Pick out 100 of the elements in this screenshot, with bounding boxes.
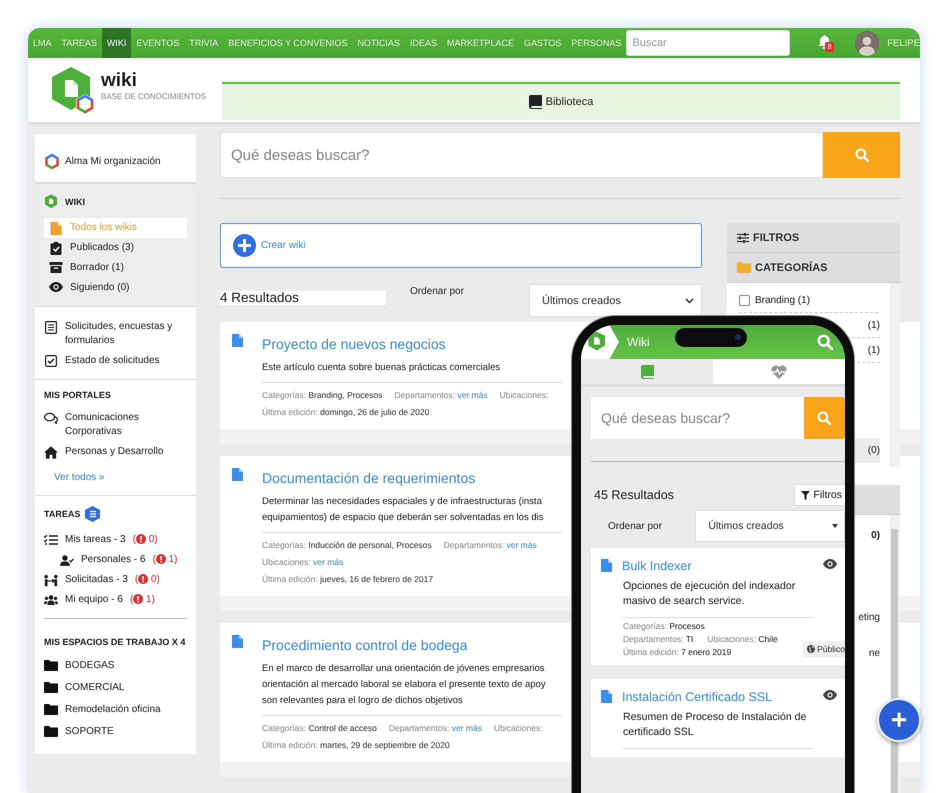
file-icon bbox=[232, 635, 243, 648]
nav-item[interactable]: WIKI bbox=[102, 28, 132, 58]
workspace-item[interactable]: SOPORTE bbox=[44, 721, 187, 743]
sliders-icon bbox=[737, 232, 749, 242]
task-item[interactable]: Mi equipo - 6 ( 1) bbox=[44, 590, 187, 610]
article-title[interactable]: Documentación de requerimientos bbox=[262, 470, 562, 486]
task-label: Mis tareas - 3 bbox=[65, 533, 126, 547]
see-all-link[interactable]: Ver todos » bbox=[54, 472, 187, 483]
sort-dropdown[interactable]: Últimos creados bbox=[695, 510, 845, 542]
filter-count: (1) bbox=[868, 320, 880, 330]
nav-item[interactable]: LMA bbox=[28, 28, 57, 58]
meta-label: Departamentos: bbox=[444, 540, 504, 550]
search-field[interactable]: Buscar bbox=[626, 30, 790, 56]
book-icon bbox=[528, 95, 542, 109]
nav-item[interactable]: GASTOS bbox=[519, 28, 566, 58]
workspace-item[interactable]: Remodelación oficina bbox=[44, 699, 187, 721]
file-icon bbox=[232, 334, 243, 347]
filter-label[interactable]: Branding (1) bbox=[755, 294, 810, 306]
meta-label: Categorías: bbox=[262, 390, 306, 400]
search-button[interactable] bbox=[823, 132, 900, 178]
meta-label: Categorías: bbox=[262, 723, 306, 733]
sidebar-item[interactable]: Solicitudes, encuestas y formularios bbox=[44, 317, 187, 351]
eye-icon bbox=[823, 690, 837, 700]
article-description: En el marco de desarrollar una orientación de jóvenes empresarios orientación al mercado laboral se elabora el presente texto de apoy son relevantes para el logro de dichos objetivos bbox=[262, 661, 562, 716]
more-link[interactable]: ver más bbox=[313, 557, 344, 567]
filter-count: (0) bbox=[868, 445, 880, 456]
exclamation-icon bbox=[133, 594, 144, 604]
folder-icon bbox=[44, 682, 58, 693]
filters-header: FILTROS bbox=[727, 223, 900, 253]
sidebar-item[interactable]: Comunicaciones Corporativas bbox=[44, 408, 187, 442]
sidebar-item[interactable]: Estado de solicitudes bbox=[44, 351, 187, 371]
caret-icon bbox=[685, 298, 694, 304]
meta-value: Control de acceso bbox=[308, 723, 377, 733]
folder-icon bbox=[44, 660, 58, 671]
alert-count: 0) bbox=[148, 534, 158, 545]
list-check-icon bbox=[44, 534, 58, 546]
mobile-tab[interactable] bbox=[713, 359, 845, 384]
task-item[interactable]: Solicitadas - 3 ( 0) bbox=[44, 570, 187, 590]
search-field[interactable]: Qué deseas buscar? bbox=[591, 397, 804, 439]
nav-item[interactable]: TRIVIA bbox=[184, 28, 224, 58]
more-link[interactable]: ver más bbox=[457, 390, 488, 400]
task-label: Personales - 6 bbox=[81, 553, 146, 567]
app-subtitle: BASE DE CONOCIMIENTOS bbox=[101, 92, 206, 101]
user-name[interactable]: FELIPE bbox=[887, 38, 920, 48]
alert-bracket: ( bbox=[132, 534, 136, 545]
workspace-item[interactable]: COMERCIAL bbox=[44, 677, 187, 699]
section-title: WIKI bbox=[65, 197, 85, 207]
results-count: 4 Resultados bbox=[220, 291, 386, 305]
article-description: Determinar las necesidades espaciales y de infraestructuras (insta equipamientos) de espacio que deberán ser solventadas en los dis bbox=[262, 494, 562, 533]
nav-item[interactable]: PERSONAS bbox=[566, 28, 626, 58]
meta-label: Categorías: bbox=[623, 621, 667, 631]
mobile-title: Wiki bbox=[627, 335, 650, 349]
nav-item[interactable]: NOTICIAS bbox=[352, 28, 405, 58]
archive-box-icon bbox=[49, 262, 63, 273]
plus-circle-icon bbox=[233, 234, 256, 257]
sidebar-item[interactable]: Todos los wikis bbox=[44, 218, 187, 238]
meta-value: jueves, 16 de febrero de 2017 bbox=[320, 574, 434, 584]
exclamation-icon bbox=[136, 534, 146, 544]
sort-dropdown[interactable]: Últimos creados bbox=[529, 284, 702, 317]
nav-item[interactable]: TAREAS bbox=[56, 28, 102, 58]
nav-item[interactable]: BENEFICIOS Y CONVENIOS bbox=[223, 28, 352, 58]
workspace-item[interactable]: BODEGAS bbox=[44, 655, 187, 677]
filter-count: 0) bbox=[871, 530, 880, 540]
sidebar-item[interactable]: Personas y Desarrollo bbox=[44, 442, 187, 462]
task-item[interactable]: Mis tareas - 3 ( 0) bbox=[44, 530, 187, 550]
file-icon bbox=[601, 690, 612, 703]
article-title[interactable]: Bulk Indexer bbox=[622, 559, 813, 573]
article-description: Opciones de ejecución del indexador masivo de search service. bbox=[623, 579, 813, 618]
nav-item[interactable]: MARKETPLACE bbox=[442, 28, 519, 58]
article-title[interactable]: Instalación Certificado SSL bbox=[622, 690, 813, 704]
meta-value: Inducción de personal, Procesos bbox=[308, 540, 432, 550]
more-link[interactable]: ver más bbox=[506, 540, 537, 550]
camera-notch bbox=[675, 328, 747, 347]
checkbox[interactable] bbox=[739, 294, 750, 306]
meta-label: Departamentos: bbox=[394, 390, 455, 400]
sidebar-item[interactable]: Publicados (3) bbox=[44, 238, 187, 258]
search-button[interactable] bbox=[804, 397, 845, 439]
article-title[interactable]: Procedimiento control de bodega bbox=[262, 637, 562, 653]
sidebar-item[interactable]: Siguiendo (0) bbox=[44, 278, 187, 298]
nav-item[interactable]: IDEAS bbox=[404, 28, 442, 58]
filters-button[interactable]: Filtros bbox=[794, 484, 845, 506]
caret-icon bbox=[832, 524, 838, 528]
meta-label: Ubicaciones: bbox=[494, 723, 543, 733]
nav-item[interactable]: EVENTOS bbox=[131, 28, 184, 58]
meta-label: Ubicaciones: bbox=[707, 634, 756, 644]
meta-value: Chile bbox=[758, 634, 778, 644]
search-field[interactable]: Qué deseas buscar? bbox=[220, 132, 823, 178]
meta-value: Procesos bbox=[669, 621, 705, 631]
folder-icon bbox=[44, 726, 58, 737]
sidebar-item[interactable]: Borrador (1) bbox=[44, 258, 187, 278]
create-wiki-button[interactable]: Crear wiki bbox=[220, 223, 702, 268]
meta-value: 7 enero 2019 bbox=[681, 647, 732, 657]
library-tab[interactable]: Biblioteca bbox=[222, 82, 900, 120]
avatar[interactable] bbox=[855, 30, 880, 56]
book-icon bbox=[640, 364, 654, 378]
more-link[interactable]: ver más bbox=[452, 723, 482, 733]
organization-name[interactable]: Alma Mi organización bbox=[65, 156, 161, 167]
clipboard-check-icon bbox=[49, 242, 63, 255]
task-item[interactable]: Personales - 6 ( 1) bbox=[60, 550, 187, 570]
article-title[interactable]: Proyecto de nuevos negocios bbox=[262, 336, 562, 352]
